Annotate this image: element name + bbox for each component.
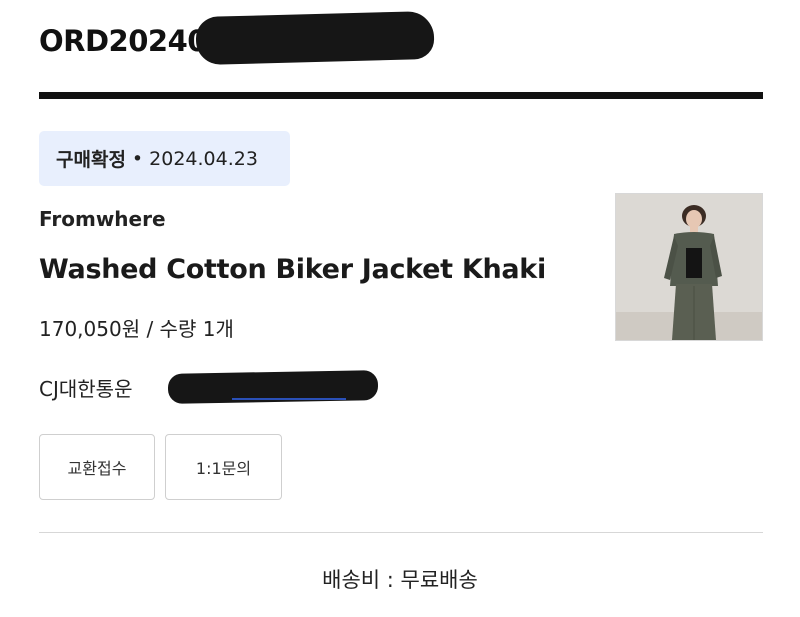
redaction-mark <box>195 10 435 66</box>
tracking-link-underline[interactable] <box>232 398 346 400</box>
courier-name: CJ대한통운 <box>39 377 133 401</box>
inquiry-button[interactable]: 1:1문의 <box>165 434 282 500</box>
product-thumbnail[interactable] <box>615 193 763 341</box>
price-quantity: 170,050원 / 수량 1개 <box>39 317 234 341</box>
section-divider <box>39 532 763 533</box>
status-separator: • <box>131 147 144 170</box>
exchange-button[interactable]: 교환접수 <box>39 434 155 500</box>
header-divider <box>39 92 763 99</box>
product-title[interactable]: Washed Cotton Biker Jacket Khaki <box>39 254 546 285</box>
brand-name[interactable]: Fromwhere <box>39 207 166 231</box>
product-photo <box>616 194 762 340</box>
status-badge: 구매확정 • 2024.04.23 <box>39 131 290 186</box>
shipping-fee: 배송비 : 무료배송 <box>322 568 478 592</box>
status-date: 2024.04.23 <box>149 147 258 170</box>
status-label: 구매확정 <box>56 149 126 171</box>
